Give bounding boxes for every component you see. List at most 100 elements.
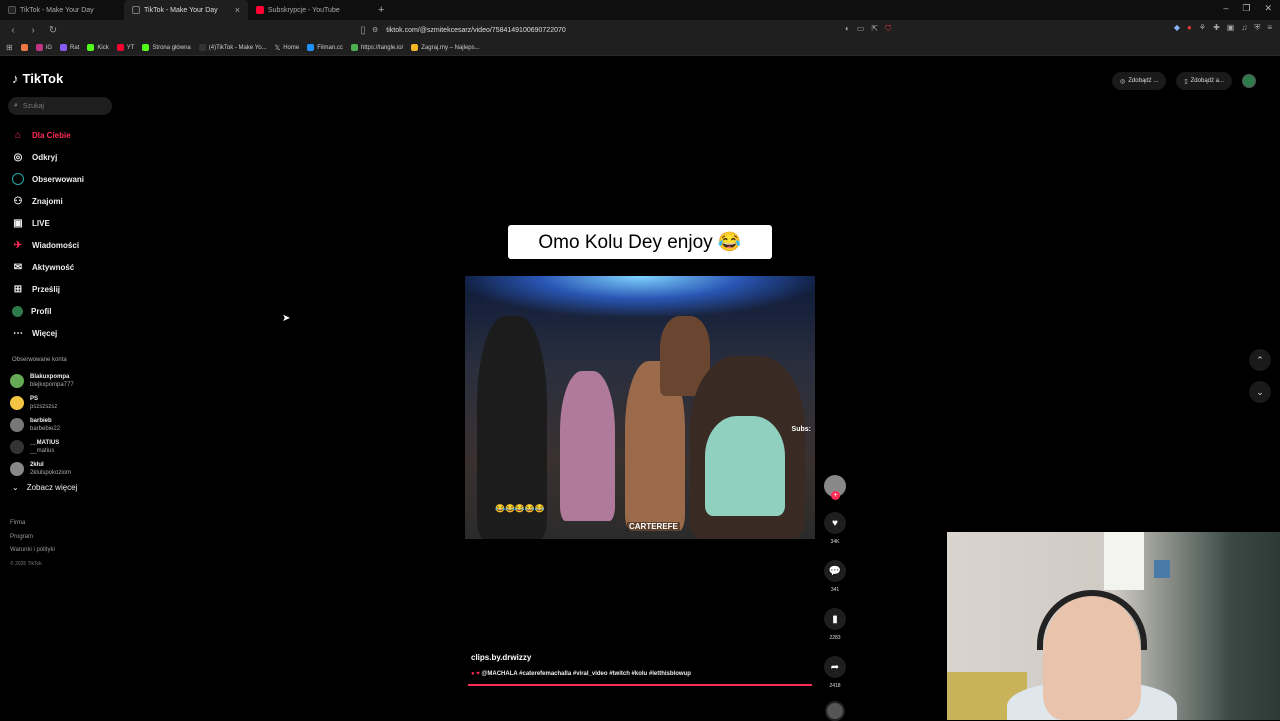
kick-icon (87, 44, 95, 51)
sidebar-nav: ⌂ Dla Ciebie ◎ Odkryj Obserwowani ⚇ Znaj… (12, 124, 84, 344)
video-description: ● ♥ @MACHALA #caterefemachalla #viral_vi… (471, 671, 691, 677)
share-page-icon[interactable]: ⇱ (871, 24, 878, 34)
video-progress-bar[interactable] (468, 684, 812, 686)
bookmark-item[interactable]: Rat (60, 44, 79, 51)
video-author[interactable]: clips.by.drwizzy (471, 653, 531, 662)
follow-plus-icon[interactable]: + (831, 491, 840, 500)
youtube-favicon-icon (256, 6, 264, 14)
followed-account[interactable]: 2kłul 2klulspokoziom (10, 458, 74, 480)
tiktok-favicon-icon (8, 6, 16, 14)
sidebar-item-znajomi[interactable]: ⚇ Znajomi (12, 190, 84, 212)
bookmark-item[interactable]: Filman.cc (307, 44, 343, 51)
sidebar-item-dla-ciebie[interactable]: ⌂ Dla Ciebie (12, 124, 84, 146)
video-frame-figure (705, 416, 785, 516)
sidebar-item-aktywnosc[interactable]: ✉ Aktywność (12, 256, 84, 278)
browser-tab-youtube[interactable]: Subskrypcje - YouTube (248, 0, 372, 20)
home-icon: ⌂ (14, 129, 22, 141)
heart-icon: ♥ (832, 517, 838, 529)
comment-button[interactable]: 💬 (824, 560, 846, 582)
footer-link-program[interactable]: Program (10, 531, 55, 545)
search-icon: ⌕ (14, 102, 18, 109)
phone-icon: ▯ (1184, 78, 1188, 85)
puzzle-icon[interactable]: ✚ (1213, 23, 1220, 33)
bookmark-icon[interactable] (20, 44, 28, 51)
browser-tab-tiktok-2[interactable]: TikTok - Make Your Day × (124, 0, 248, 20)
bookmark-item[interactable]: Strona główna (142, 44, 191, 51)
screenshot-icon[interactable]: ▭ (857, 24, 865, 34)
bookmark-icon: ▮ (832, 613, 838, 625)
close-window-icon[interactable]: ✕ (1264, 3, 1272, 14)
footer-link-firma[interactable]: Firma (10, 517, 55, 531)
sidebar-item-profil[interactable]: Profil (12, 300, 84, 322)
bookmark-icon (350, 44, 358, 51)
site-info-icon[interactable]: ⚙ (372, 26, 378, 34)
bookmark-item[interactable]: Kick (87, 44, 109, 51)
bookmark-item[interactable]: Zagraj.my – Najleps... (411, 44, 480, 51)
menu-icon[interactable]: ≡ (1267, 23, 1272, 33)
followed-account[interactable]: barbieb barbebie22 (10, 414, 74, 436)
sidebar-item-przeslij[interactable]: ⊞ Prześlij (12, 278, 84, 300)
next-video-button[interactable]: ⌄ (1249, 381, 1271, 403)
footer-link-terms[interactable]: Warunki i polityki (10, 544, 55, 558)
activity-icon: ✉ (13, 261, 23, 273)
browser-tab-tiktok-1[interactable]: TikTok - Make Your Day (0, 0, 124, 20)
bookmark-item[interactable]: 𝕏 Home (275, 44, 300, 52)
bookmark-icon (307, 44, 315, 51)
sidebar-item-wiadomosci[interactable]: ✈ Wiadomości (12, 234, 84, 256)
extension-icon[interactable]: ◆ (1174, 23, 1180, 33)
profile-icon (12, 305, 23, 317)
like-button[interactable]: ♥ (824, 512, 846, 534)
minimize-icon[interactable]: – (1223, 3, 1228, 14)
reload-icon[interactable]: ↻ (46, 25, 60, 36)
brave-shield-icon[interactable]: ⛉ (885, 24, 891, 34)
coin-icon: ◎ (1120, 78, 1126, 85)
user-avatar[interactable] (1242, 74, 1256, 88)
creator-avatar[interactable]: + (824, 475, 846, 500)
tab-title: TikTok - Make Your Day (144, 6, 218, 14)
bookmark-item[interactable]: IG (35, 44, 52, 51)
back-icon[interactable]: ‹ (6, 25, 20, 36)
followed-account[interactable]: __MATIUS __matius (10, 436, 74, 458)
bookmark-icon (411, 44, 419, 51)
music-disc-icon[interactable] (825, 701, 845, 721)
chevron-up-icon: ⌃ (1256, 354, 1264, 365)
sidebar-item-odkryj[interactable]: ◎ Odkryj (12, 146, 84, 168)
cast-icon[interactable]: ◐ (845, 24, 850, 34)
music-icon[interactable]: ♫ (1241, 23, 1247, 33)
save-button[interactable]: ▮ (824, 608, 846, 630)
video-player[interactable]: Subs: 😂😂😂😂😂 CARTEREFE (465, 276, 815, 539)
apps-grid-icon[interactable]: ⊞ (6, 43, 13, 52)
share-button[interactable]: ➦ (824, 656, 846, 678)
get-app-button[interactable]: ▯ Zdobądź a... (1176, 72, 1232, 90)
previous-video-button[interactable]: ⌃ (1249, 349, 1271, 371)
vpn-icon[interactable]: ⛨ (1254, 23, 1260, 33)
sidebar-icon[interactable]: ▣ (1227, 23, 1235, 33)
new-tab-button[interactable]: + (378, 4, 384, 16)
messages-icon: ✈ (13, 239, 23, 251)
followed-account[interactable]: Blakuxpompa blejkxpompa777 (10, 370, 74, 392)
forward-icon[interactable]: › (26, 25, 40, 36)
followed-account[interactable]: PS pszszszsz (10, 392, 74, 414)
video-overlay-emoji: 😂😂😂😂😂 (495, 504, 545, 513)
bookmark-page-icon[interactable]: ▯ (356, 25, 370, 36)
video-watermark: CARTEREFE (627, 522, 680, 531)
close-tab-icon[interactable]: × (235, 5, 240, 15)
record-icon[interactable]: ● (1187, 23, 1192, 33)
get-coins-button[interactable]: ◎ Zdobądź ... (1112, 72, 1167, 90)
following-icon (12, 173, 24, 185)
see-more-button[interactable]: ⌄ Zobacz więcej (12, 483, 77, 492)
top-right-actions: ◎ Zdobądź ... ▯ Zdobądź a... (1112, 72, 1256, 90)
tiktok-logo[interactable]: ♪ TikTok (12, 71, 63, 86)
bookmark-item[interactable]: YT (116, 44, 134, 51)
sidebar-item-live[interactable]: ▣ LIVE (12, 212, 84, 234)
bookmark-item[interactable]: https://tangle.io/ (350, 44, 403, 51)
bookmark-item[interactable]: (4)TikTok - Make Yo... (198, 44, 267, 51)
search-input[interactable]: ⌕ Szukaj (8, 97, 112, 115)
sidebar-item-obserwowani[interactable]: Obserwowani (12, 168, 84, 190)
comment-count: 341 (830, 587, 840, 593)
sidebar-item-wiecej[interactable]: ⋯ Więcej (12, 322, 84, 344)
extension-icon[interactable]: ⚘ (1199, 23, 1206, 33)
restore-icon[interactable]: ❐ (1242, 3, 1250, 14)
music-note-icon: ● ♥ (471, 671, 480, 677)
bookmarks-bar: ⊞ IG Rat Kick YT Strona główna (4)TikTok… (0, 40, 1280, 56)
